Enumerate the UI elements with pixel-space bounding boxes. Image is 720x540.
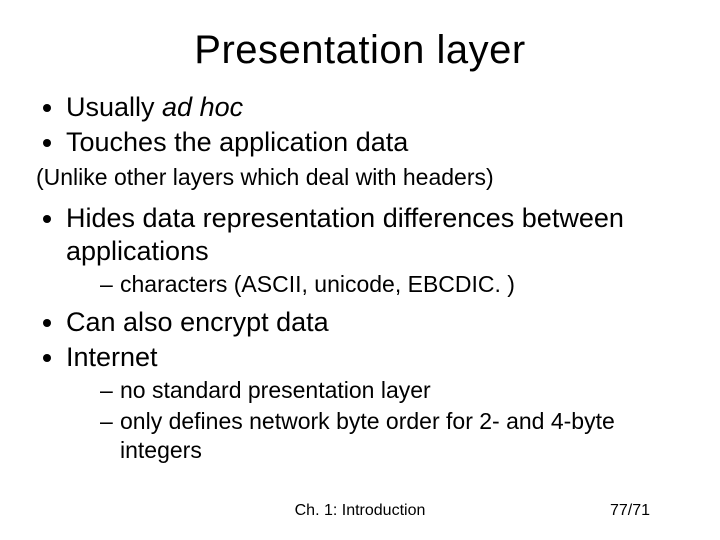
slide-title: Presentation layer (36, 28, 684, 73)
bullet-item: Hides data representation differences be… (66, 202, 684, 299)
bullet-text: Touches the application data (66, 127, 408, 157)
sub-bullet-item: only defines network byte order for 2- a… (100, 407, 684, 465)
bullet-item: Touches the application data (66, 126, 684, 159)
bullet-list: Hides data representation differences be… (42, 202, 684, 465)
slide: Presentation layer Usually ad hoc Touche… (0, 0, 720, 540)
bullet-text: Hides data representation differences be… (66, 203, 624, 266)
bullet-text: Internet (66, 342, 158, 372)
sub-bullet-text: characters (ASCII, unicode, EBCDIC. ) (120, 271, 515, 297)
sub-bullet-list: characters (ASCII, unicode, EBCDIC. ) (100, 270, 684, 299)
footer-page-number: 77/71 (610, 502, 650, 520)
bullet-text: Usually (66, 92, 162, 122)
sub-bullet-text: no standard presentation layer (120, 377, 431, 403)
bullet-list: Usually ad hoc Touches the application d… (42, 91, 684, 159)
bullet-text-italic: ad hoc (162, 92, 243, 122)
sub-bullet-item: characters (ASCII, unicode, EBCDIC. ) (100, 270, 684, 299)
paragraph: (Unlike other layers which deal with hea… (36, 163, 684, 192)
bullet-item: Internet no standard presentation layer … (66, 341, 684, 464)
sub-bullet-text: only defines network byte order for 2- a… (120, 408, 615, 463)
bullet-text: Can also encrypt data (66, 307, 329, 337)
sub-bullet-list: no standard presentation layer only defi… (100, 376, 684, 464)
bullet-item: Can also encrypt data (66, 306, 684, 339)
sub-bullet-item: no standard presentation layer (100, 376, 684, 405)
bullet-item: Usually ad hoc (66, 91, 684, 124)
